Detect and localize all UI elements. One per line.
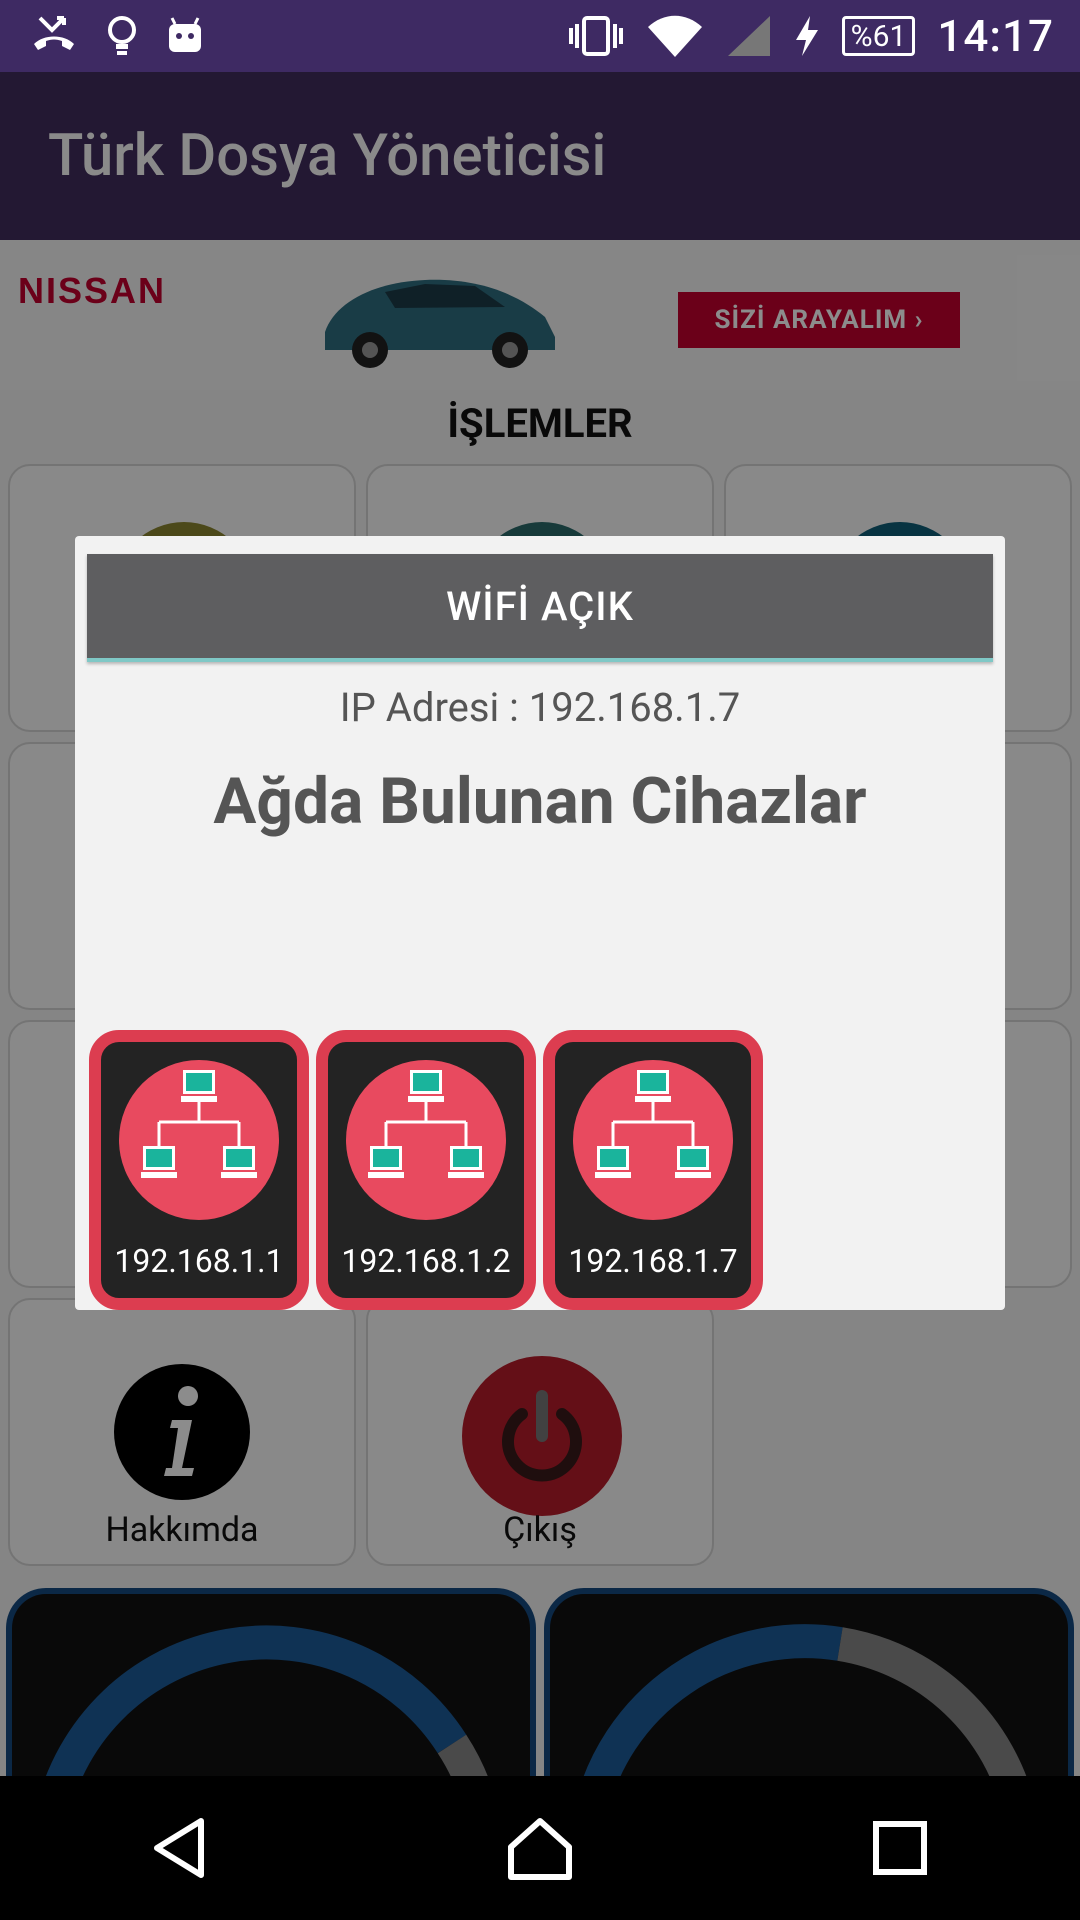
navigation-bar (0, 1776, 1080, 1920)
android-icon (166, 16, 204, 56)
recents-icon (873, 1821, 927, 1875)
dialog-header: WİFİ AÇIK (87, 554, 993, 662)
home-icon (508, 1818, 572, 1880)
status-bar: %61 14:17 (0, 0, 1080, 72)
app-bar: Türk Dosya Yöneticisi (0, 72, 1080, 240)
missed-call-icon (30, 14, 78, 58)
lightbulb-icon (106, 14, 138, 58)
clock: 14:17 (937, 10, 1054, 62)
device-ip: 192.168.1.1 (114, 1242, 284, 1280)
app-title: Türk Dosya Yöneticisi (48, 122, 607, 190)
device-item[interactable]: 192.168.1.7 (543, 1030, 763, 1310)
device-ip: 192.168.1.7 (568, 1242, 738, 1280)
device-ip: 192.168.1.2 (341, 1242, 511, 1280)
back-icon (154, 1818, 204, 1878)
home-button[interactable] (480, 1788, 600, 1908)
recents-button[interactable] (840, 1788, 960, 1908)
device-item[interactable]: 192.168.1.1 (89, 1030, 309, 1310)
network-icon (346, 1060, 506, 1220)
battery-indicator: %61 (841, 16, 916, 56)
cell-signal-icon (726, 14, 772, 58)
device-item[interactable]: 192.168.1.2 (316, 1030, 536, 1310)
devices-heading: Ağda Bulunan Cihazlar (213, 764, 867, 839)
wifi-icon (646, 13, 704, 59)
ip-address-text: IP Adresi : 192.168.1.7 (339, 684, 741, 731)
back-button[interactable] (120, 1788, 240, 1908)
vibrate-icon (568, 14, 624, 58)
network-icon (119, 1060, 279, 1220)
charging-icon (794, 14, 820, 58)
wifi-dialog: WİFİ AÇIK IP Adresi : 192.168.1.7 Ağda B… (75, 536, 1005, 1310)
network-icon (573, 1060, 733, 1220)
